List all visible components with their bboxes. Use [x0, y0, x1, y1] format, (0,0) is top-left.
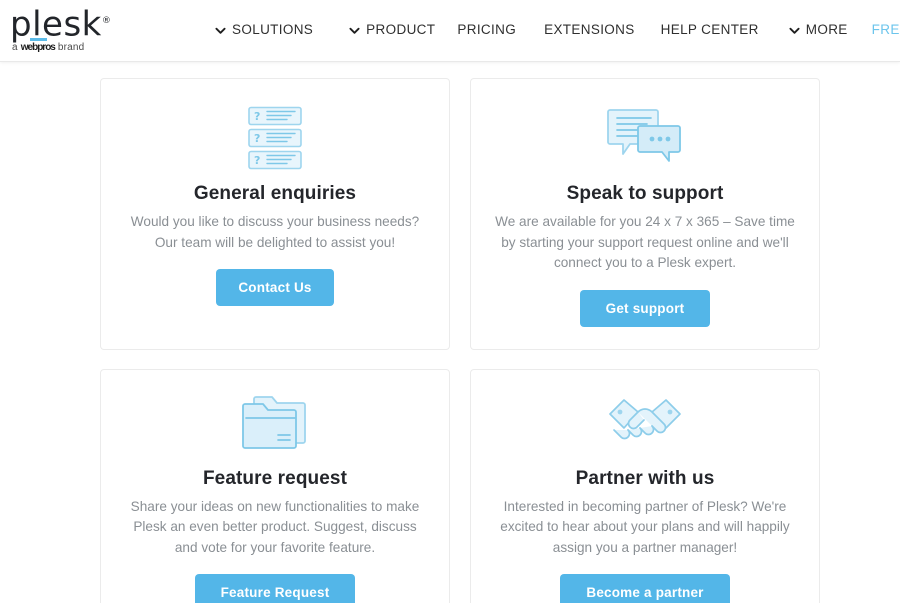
card-title: Speak to support [566, 183, 724, 204]
nav-item-pricing[interactable]: PRICING [457, 22, 516, 37]
nav-item-solutions[interactable]: SOLUTIONS [215, 22, 313, 37]
site-header: plesk® a webpros brand SOLUTIONS PRODUCT… [0, 0, 900, 62]
main-content: ??? General enquiries Would you like to … [0, 62, 900, 603]
card-title: General enquiries [193, 183, 357, 204]
svg-text:?: ? [254, 110, 260, 123]
chevron-down-icon [349, 25, 360, 36]
logo-text: plesk [10, 4, 102, 45]
nav-label: SOLUTIONS [232, 22, 314, 37]
logo-wordmark: plesk® [8, 3, 111, 42]
nav-label: EXTENSIONS [544, 22, 635, 37]
nav-item-free-trial[interactable]: FREE TRIAL [872, 22, 900, 37]
svg-text:?: ? [254, 132, 260, 145]
nav-item-help-center[interactable]: HELP CENTER [661, 22, 759, 37]
folders-icon [240, 390, 310, 456]
card-description: Would you like to discuss your business … [130, 214, 420, 250]
card-title: Feature request [202, 467, 348, 489]
card-description: We are available for you 24 x 7 x 365 – … [495, 214, 795, 270]
become-a-partner-button[interactable]: Become a partner [560, 574, 730, 603]
card-title: Partner with us [575, 467, 715, 489]
nav-label: HELP CENTER [660, 22, 759, 37]
contact-options-grid: ??? General enquiries Would you like to … [100, 78, 820, 350]
nav-label: PRICING [457, 22, 517, 37]
contact-options-grid-row2: Feature request Share your ideas on new … [100, 368, 820, 603]
get-support-button[interactable]: Get support [579, 289, 711, 327]
card-speak-to-support: Speak to support We are available for yo… [470, 78, 820, 350]
speech-bubbles-icon [607, 105, 683, 171]
card-description: Share your ideas on new functionalities … [130, 498, 420, 555]
feature-request-button[interactable]: Feature Request [194, 574, 356, 603]
logo[interactable]: plesk® a webpros brand [8, 3, 208, 53]
card-partner-with-us: Partner with us Interested in becoming p… [470, 368, 820, 603]
card-general-enquiries: ??? General enquiries Would you like to … [100, 78, 450, 350]
nav-label: MORE [805, 22, 848, 37]
chevron-down-icon [789, 25, 800, 36]
contact-us-button[interactable]: Contact Us [216, 269, 334, 306]
svg-text:?: ? [254, 154, 260, 167]
logo-registered-mark: ® [101, 16, 112, 26]
faq-list-icon: ??? [245, 105, 305, 171]
nav-item-product[interactable]: PRODUCT [349, 22, 435, 37]
nav-item-extensions[interactable]: EXTENSIONS [544, 22, 635, 37]
nav-item-more[interactable]: MORE [789, 22, 848, 37]
handshake-icon [608, 390, 682, 456]
card-description: Interested in becoming partner of Plesk?… [500, 498, 790, 555]
nav-label: PRODUCT [366, 22, 436, 37]
chevron-down-icon [215, 25, 226, 36]
main-navigation: SOLUTIONS PRODUCT PRICING EXTENSIONS HEL… [215, 22, 900, 37]
nav-label: FREE TRIAL [871, 22, 900, 37]
card-feature-request: Feature request Share your ideas on new … [100, 368, 450, 603]
logo-underline-accent [30, 38, 47, 42]
